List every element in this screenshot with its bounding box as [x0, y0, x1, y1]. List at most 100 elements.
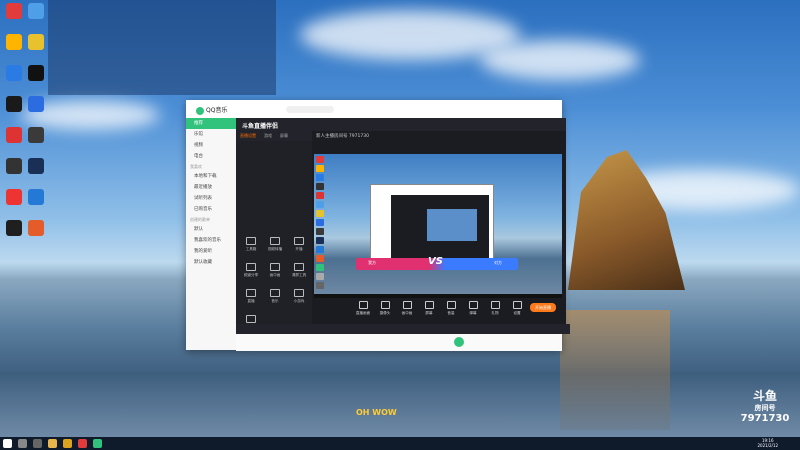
douyu-control[interactable]: 画中画 [398, 300, 416, 316]
desktop-shortcut[interactable] [25, 158, 47, 175]
douyu-control[interactable]: 音量 [442, 300, 460, 316]
desktop-shortcut[interactable] [25, 34, 47, 51]
preview-desktop-icons [314, 154, 326, 294]
qq-sidebar-item[interactable]: 视频 [186, 140, 236, 151]
control-icon [424, 301, 434, 309]
overlay-row [176, 30, 188, 35]
desktop-shortcut[interactable] [3, 65, 25, 82]
taskbar-app-icon[interactable] [78, 439, 87, 448]
douyu-control[interactable]: 摄像头 [376, 300, 394, 316]
stream-preview: VS 我方 对方 [314, 154, 562, 294]
app-icon [28, 220, 44, 236]
douyu-tool[interactable]: 音乐 [264, 289, 286, 304]
tool-icon [246, 263, 256, 271]
douyu-control[interactable]: 直播画面 [354, 300, 372, 316]
douyu-watermark: 斗鱼 房间号 7971730 [740, 389, 790, 425]
tool-icon [294, 289, 304, 297]
desktop-shortcut[interactable] [3, 127, 25, 144]
watermark-room: 7971730 [740, 413, 790, 424]
app-icon [6, 34, 22, 50]
explorer-icon[interactable] [48, 439, 57, 448]
tool-icon [246, 315, 256, 323]
taskbar-app-icon[interactable] [93, 439, 102, 448]
app-icon [28, 3, 44, 19]
douyu-tool[interactable]: 直播 [240, 289, 262, 304]
overlay-panel [48, 0, 276, 95]
qq-search-input[interactable] [286, 106, 334, 113]
douyu-control[interactable]: 礼物 [486, 300, 504, 316]
start-live-button[interactable]: 开始直播 [530, 303, 556, 312]
qq-sidebar-item[interactable]: 乐馆 [186, 129, 236, 140]
desktop-shortcut[interactable] [3, 96, 25, 113]
preview-shortcut [316, 282, 324, 289]
control-icon [402, 301, 412, 309]
tool-label: 直播 [247, 299, 255, 303]
rock-reflection [560, 310, 670, 430]
control-label: 直播画面 [355, 311, 371, 315]
app-icon [6, 158, 22, 174]
taskbar-app-icon[interactable] [63, 439, 72, 448]
desktop-shortcut[interactable] [3, 189, 25, 206]
desktop-shortcut[interactable] [3, 34, 25, 51]
app-icon [28, 96, 44, 112]
desktop-shortcut[interactable] [25, 189, 47, 206]
clock: 19:16 2021/2/12 [757, 438, 778, 448]
douyu-tool[interactable]: 工具箱 [240, 237, 262, 252]
tool-label: 清屏工具 [291, 273, 307, 277]
qq-sidebar-item[interactable]: 已购音乐 [186, 204, 236, 215]
desktop-shortcut[interactable] [25, 220, 47, 237]
desktop-shortcut[interactable] [25, 96, 47, 113]
douyu-tab[interactable]: 屏幕 [276, 131, 292, 141]
douyu-tab[interactable]: 直播设置 [236, 131, 260, 141]
qq-sidebar-item[interactable]: 我喜欢的音乐 [186, 235, 236, 246]
qq-sidebar-item[interactable]: 推荐 [186, 118, 236, 129]
douyu-tool[interactable]: 频道分享 [240, 263, 262, 278]
taskview-icon[interactable] [33, 439, 42, 448]
douyu-tool[interactable]: 小游戏 [288, 289, 310, 304]
douyu-tool[interactable]: 视频转播 [264, 237, 286, 252]
desktop-shortcut[interactable] [3, 3, 25, 20]
douyu-window[interactable]: 斗鱼直播伴侣 直播设置 游戏 屏幕 工具箱 视频转播 开播 频道分享 画中画 清屏工具 直播 音乐… [236, 118, 570, 334]
douyu-tool[interactable]: 开播 [288, 237, 310, 252]
app-icon [6, 65, 22, 81]
clock-date: 2021/2/12 [757, 443, 778, 448]
tool-icon [294, 237, 304, 245]
douyu-tab[interactable]: 游戏 [260, 131, 276, 141]
search-icon[interactable] [18, 439, 27, 448]
qq-sidebar-item[interactable]: 电台 [186, 151, 236, 162]
douyu-control[interactable]: 弹幕 [464, 300, 482, 316]
app-icon [6, 220, 22, 236]
douyu-tool[interactable]: 清屏工具 [288, 263, 310, 278]
qq-sidebar-item[interactable]: 最近播放 [186, 182, 236, 193]
pk-left-team: 我方 [368, 260, 376, 265]
preview-shortcut [316, 201, 324, 208]
desktop-shortcut[interactable] [3, 220, 25, 237]
douyu-statusbar [236, 324, 570, 334]
start-icon[interactable] [3, 439, 12, 448]
desktop-shortcut[interactable] [3, 158, 25, 175]
watermark-sub: 房间号 [754, 404, 776, 412]
douyu-tool[interactable]: 画中画 [264, 263, 286, 278]
qq-sidebar-item[interactable]: 默认 [186, 224, 236, 235]
qq-sidebar-item[interactable]: 试听列表 [186, 193, 236, 204]
control-icon [380, 301, 390, 309]
douyu-control[interactable]: 设置 [508, 300, 526, 316]
qq-sidebar-item[interactable]: 本地和下载 [186, 171, 236, 182]
watermark-brand: 斗鱼 [752, 389, 777, 403]
qq-sidebar-item[interactable]: 我的爱听 [186, 246, 236, 257]
desktop-shortcut[interactable] [25, 3, 47, 20]
app-icon [6, 127, 22, 143]
tool-label: 音乐 [271, 299, 279, 303]
preview-shortcut [316, 210, 324, 217]
play-button[interactable] [454, 337, 464, 347]
douyu-control[interactable]: 屏幕 [420, 300, 438, 316]
qq-sidebar-item[interactable]: 默认收藏 [186, 257, 236, 268]
cloud [480, 40, 640, 80]
control-label: 弹幕 [469, 311, 477, 315]
preview-shortcut [316, 174, 324, 181]
desktop-shortcut[interactable] [25, 65, 47, 82]
qq-titlebar: QQ音乐 [186, 100, 562, 119]
desktop-shortcut[interactable] [25, 127, 47, 144]
control-label: 画中画 [401, 311, 413, 315]
qq-sidebar: 推荐 乐馆 视频 电台 我喜欢 本地和下载 最近播放 试听列表 已购音乐 创建的歌单 默认 我喜欢的音… [186, 118, 236, 350]
